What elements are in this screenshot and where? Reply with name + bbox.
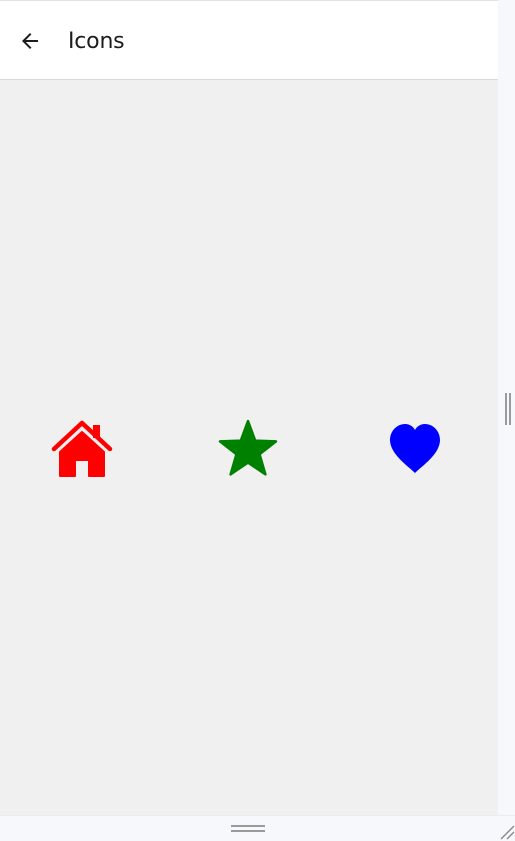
app-viewport: Icons xyxy=(0,0,498,815)
side-resize-handle[interactable] xyxy=(505,393,511,425)
resize-grip-icon[interactable] xyxy=(499,820,515,840)
bottom-resize-handle[interactable] xyxy=(231,825,265,833)
heart-icon xyxy=(390,424,440,473)
home-icon xyxy=(51,420,113,477)
star-icon-slot xyxy=(217,418,279,480)
app-bar: Icons xyxy=(0,0,498,80)
bottom-bar xyxy=(0,815,515,841)
back-button[interactable] xyxy=(10,21,50,61)
heart-icon-slot xyxy=(384,418,446,480)
page-title: Icons xyxy=(68,29,125,54)
arrow-left-icon xyxy=(22,33,38,49)
home-icon-slot xyxy=(51,418,113,480)
icon-row xyxy=(0,418,498,480)
device-frame: Icons xyxy=(0,0,515,841)
star-icon xyxy=(218,419,278,476)
